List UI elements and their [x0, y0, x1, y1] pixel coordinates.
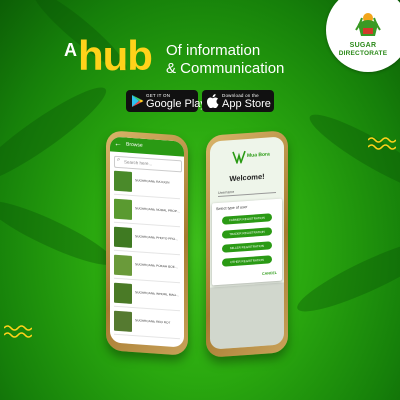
list-item-thumbnail: [114, 254, 132, 276]
dim-overlay: [210, 282, 284, 350]
background-leaf: [303, 104, 400, 204]
registration-option-button[interactable]: OTHER REGISTRATION: [222, 255, 272, 267]
list-item-label: SUGARCANE POKAH BOENG DISEASE: [135, 263, 180, 270]
background-leaf: [0, 191, 119, 275]
back-arrow-icon[interactable]: ←: [114, 139, 122, 149]
browse-header: ← Browse: [110, 136, 184, 157]
google-play-label: Google Play: [146, 98, 206, 110]
search-icon: ⌕: [117, 156, 121, 164]
headline-prefix: A: [64, 40, 77, 60]
apple-icon: [207, 94, 219, 108]
headline-highlight: hub: [78, 32, 153, 79]
list-item-thumbnail: [114, 282, 132, 304]
headline-line2: & Communication: [166, 60, 285, 77]
background-leaf: [291, 227, 400, 323]
list-item[interactable]: SUGARCANE PHOTO PROPAGATION: [114, 224, 180, 256]
background-leaf: [0, 76, 115, 194]
app-store-button[interactable]: Download on the App Store: [202, 90, 274, 112]
list-item-label: SUGARCANE RATOON: [135, 179, 170, 185]
search-placeholder: Search here...: [124, 159, 153, 167]
mua-bora-logo-text: Mua Bora: [247, 151, 270, 159]
app-store-label: App Store: [222, 98, 271, 110]
user-type-options: FARMER REGISTRATION TRADER REGISTRATION MI…: [212, 199, 282, 267]
wave-decoration-right: [368, 137, 396, 150]
list-item-thumbnail: [114, 198, 132, 220]
user-type-dialog: Select type of user FARMER REGISTRATION T…: [212, 198, 282, 286]
list-item-thumbnail: [114, 310, 132, 332]
logo-text-sugar: SUGAR: [349, 42, 377, 49]
list-item-label: SUGARCANE PHOTO PROPAGATION: [135, 235, 180, 242]
headline-line1: Of information: [166, 42, 261, 59]
list-item-label: SUGARCANE WHORL MAGGOT BORER: [135, 291, 180, 298]
list-item-label: SUGARCANE NODAL PROPAGATION: [135, 207, 180, 214]
list-item[interactable]: SUGARCANE RATOON: [114, 168, 180, 200]
right-phone-screen: Mua Bora Welcome! Username Select type o…: [210, 136, 284, 350]
list-item[interactable]: SUGARCANE NODAL PROPAGATION: [114, 196, 180, 228]
list-item-thumbnail: [114, 170, 132, 192]
promo-canvas: SUGAR DIRECTORATE A hub Of information &…: [0, 0, 400, 400]
list-item-label: SUGARCANE RED ROT: [135, 319, 171, 325]
cancel-button[interactable]: CANCEL: [262, 271, 277, 276]
left-phone: ← Browse ⌕ Search here... SUGARCANE RATO…: [106, 130, 188, 356]
google-play-icon: [132, 95, 144, 107]
list-item-thumbnail: [114, 226, 132, 248]
google-play-button[interactable]: GET IT ON Google Play: [126, 90, 206, 112]
dialog-title: Select type of user: [216, 204, 248, 212]
welcome-heading: Welcome!: [229, 171, 265, 184]
sugar-directorate-logo-icon: [355, 13, 381, 36]
registration-option-button[interactable]: MILLER REGISTRATION: [222, 241, 272, 253]
list-item[interactable]: SUGARCANE RED ROT: [114, 308, 180, 340]
mua-bora-logo-icon: [232, 150, 246, 165]
left-phone-screen: ← Browse ⌕ Search here... SUGARCANE RATO…: [110, 136, 184, 348]
registration-option-button[interactable]: FARMER REGISTRATION: [222, 213, 272, 225]
registration-option-button[interactable]: TRADER REGISTRATION: [222, 227, 272, 239]
wave-decoration-left: [4, 325, 32, 338]
list-item[interactable]: SUGARCANE WHORL MAGGOT BORER: [114, 280, 180, 312]
right-phone: Mua Bora Welcome! Username Select type o…: [206, 130, 288, 358]
list-item[interactable]: SUGARCANE POKAH BOENG DISEASE: [114, 252, 180, 284]
browse-title: Browse: [126, 141, 143, 149]
logo-text-directorate: DIRECTORATE: [338, 50, 388, 57]
